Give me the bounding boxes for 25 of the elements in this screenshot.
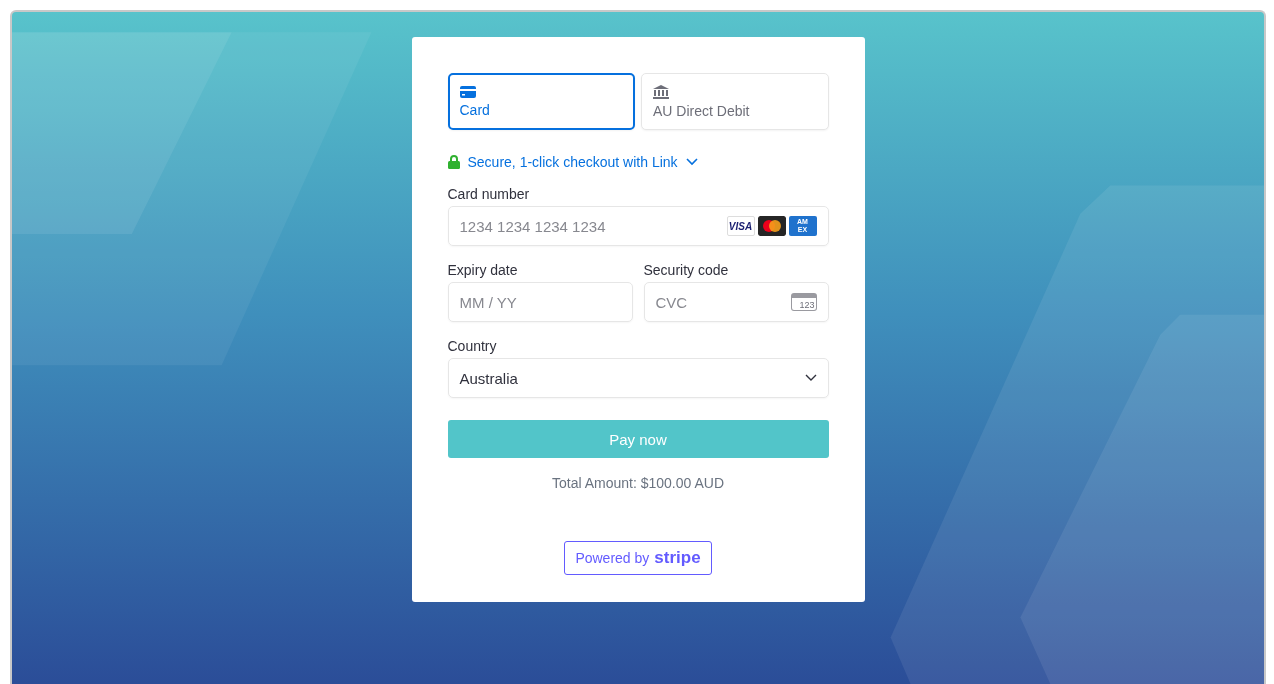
payment-tab[interactable]: Card (447, 73, 635, 130)
expiry-field[interactable]: MM / YY (447, 282, 633, 322)
powered-by-stripe-badge[interactable]: Powered by stripe (564, 541, 712, 575)
total-amount: Total Amount: $100.00 AUD (551, 475, 725, 491)
visa-logo: VISA (726, 216, 755, 236)
field-label: Country (447, 338, 498, 354)
chevron-down-icon (804, 374, 817, 382)
field-label: Card number (447, 186, 531, 202)
field-label: Expiry date (447, 262, 519, 278)
cvc-card-icon: 123 (790, 293, 817, 311)
field-label: Security code (643, 262, 730, 278)
card-icon (459, 85, 476, 98)
card-number-input[interactable]: 1234 1234 1234 1234 (459, 207, 727, 245)
expiry-input[interactable]: MM / YY (459, 283, 621, 321)
chevron-down-icon (685, 158, 698, 166)
security-code-field[interactable]: CVC 123 (643, 282, 829, 322)
country-select[interactable]: Australia (447, 358, 829, 398)
powered-by-text: Powered by (575, 550, 650, 566)
payment-tab[interactable]: AU Direct Debit (641, 73, 829, 130)
link-checkout-toggle[interactable]: Secure, 1-click checkout with Link (447, 154, 698, 170)
security-code-input[interactable]: CVC (655, 283, 791, 321)
stripe-logo-text: stripe (654, 548, 701, 568)
mastercard-logo (757, 216, 786, 236)
bank-icon (653, 84, 669, 99)
lock-icon (447, 155, 460, 169)
